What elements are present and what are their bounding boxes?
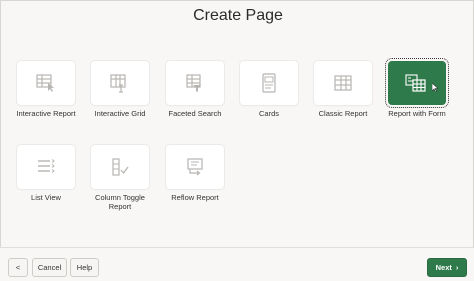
tile-card <box>166 61 224 105</box>
classic-report-icon <box>334 75 352 91</box>
tile-cards[interactable]: Cards <box>234 61 304 118</box>
tile-interactive-report[interactable]: Interactive Report <box>11 61 81 118</box>
tile-card <box>91 145 149 189</box>
report-with-form-icon <box>405 74 426 92</box>
tile-column-toggle-report[interactable]: Column Toggle Report <box>85 145 155 211</box>
tile-list-view[interactable]: List View <box>11 145 81 202</box>
tile-card <box>240 61 298 105</box>
tile-label: Classic Report <box>318 109 368 118</box>
dialog-title: Create Page <box>193 7 283 24</box>
tile-label: Interactive Grid <box>94 109 146 118</box>
interactive-grid-icon <box>110 74 126 93</box>
tile-classic-report[interactable]: Classic Report <box>308 61 378 118</box>
next-button[interactable]: Next › <box>427 258 467 277</box>
cards-icon <box>262 73 276 93</box>
mouse-cursor-icon <box>432 83 438 92</box>
back-button[interactable]: < <box>8 258 28 277</box>
tile-label: Cards <box>258 109 279 118</box>
next-button-label: Next <box>435 263 452 272</box>
tile-label: Report with Form <box>388 109 446 118</box>
tile-card <box>314 61 372 105</box>
tile-label: Reflow Report <box>171 193 219 202</box>
list-view-icon <box>38 159 55 173</box>
tile-label: Interactive Report <box>16 109 76 118</box>
tile-card <box>17 145 75 189</box>
tile-label: List View <box>31 193 61 202</box>
tile-interactive-grid[interactable]: Interactive Grid <box>85 61 155 118</box>
column-toggle-report-icon <box>112 158 129 176</box>
faceted-search-icon <box>186 74 201 92</box>
chevron-left-icon: < <box>15 263 21 272</box>
tile-label: Column Toggle Report <box>95 193 145 211</box>
cancel-button[interactable]: Cancel <box>32 258 67 277</box>
help-button[interactable]: Help <box>70 258 99 277</box>
tile-card <box>17 61 75 105</box>
chevron-right-icon: › <box>455 263 459 272</box>
tile-faceted-search[interactable]: Faceted Search <box>160 61 230 118</box>
tile-reflow-report[interactable]: Reflow Report <box>160 145 230 202</box>
create-page-dialog: Create Page Interactive Report Interacti… <box>0 0 474 281</box>
tile-card <box>166 145 224 189</box>
tile-report-with-form[interactable]: Report with Form <box>375 58 459 118</box>
interactive-report-icon <box>36 74 54 92</box>
tile-label: Faceted Search <box>168 109 222 118</box>
tile-card <box>91 61 149 105</box>
reflow-report-icon <box>187 158 203 176</box>
